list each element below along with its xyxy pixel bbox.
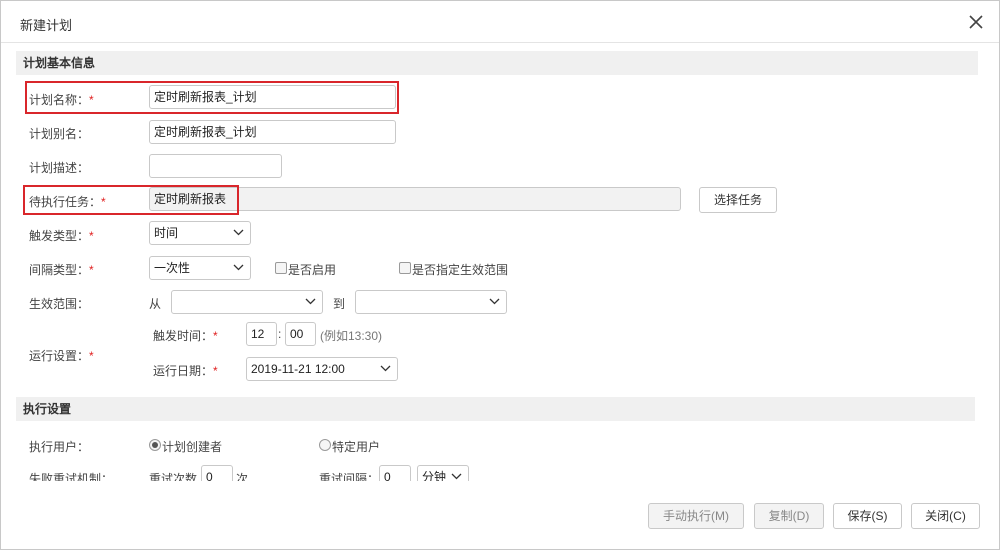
manual-run-button[interactable]: 手动执行(M) — [648, 503, 744, 529]
choose-task-button[interactable]: 选择任务 — [699, 187, 777, 213]
interval-type-select[interactable]: 一次性 — [149, 256, 251, 280]
chevron-down-icon — [233, 229, 244, 236]
radio-plan-creator-label: 计划创建者 — [162, 440, 223, 454]
plan-name-input[interactable]: 定时刷新报表_计划 — [149, 85, 396, 109]
dialog-body[interactable]: 计划基本信息 计划名称：* 定时刷新报表_计划 计划别名： 定时刷新报表_计划 … — [16, 51, 981, 481]
copy-button[interactable]: 复制(D) — [754, 503, 824, 529]
radio-specific-user-label: 特定用户 — [332, 440, 381, 454]
trigger-type-label: 触发类型：* — [29, 229, 94, 243]
minute-input[interactable]: 00 — [285, 322, 316, 346]
close-icon[interactable] — [967, 13, 985, 31]
new-plan-dialog: 新建计划 计划基本信息 计划名称：* 定时刷新报表_计划 计划别名： 定时刷新报… — [0, 0, 1000, 550]
trigger-time-label: 触发时间：* — [153, 329, 218, 343]
close-button[interactable]: 关闭(C) — [911, 503, 980, 529]
radio-plan-creator[interactable] — [149, 439, 161, 451]
section-exec-settings: 执行设置 — [16, 397, 975, 421]
chevron-down-icon — [489, 298, 500, 305]
range-from-select[interactable] — [171, 290, 323, 314]
interval-type-value: 一次性 — [154, 261, 191, 275]
exec-user-label: 执行用户： — [29, 440, 90, 454]
range-to-label: 到 — [333, 297, 346, 311]
chevron-down-icon — [305, 298, 316, 305]
scope-checkbox-label: 是否指定生效范围 — [412, 263, 509, 277]
retry-count-label: 重试次数 — [149, 472, 198, 481]
retry-interval-unit-value: 分钟 — [422, 470, 447, 481]
enable-checkbox[interactable] — [275, 262, 287, 274]
trigger-type-select[interactable]: 时间 — [149, 221, 251, 245]
interval-type-label: 间隔类型：* — [29, 263, 94, 277]
retry-count-unit: 次 — [236, 472, 249, 481]
retry-interval-unit-select[interactable]: 分钟 — [417, 465, 469, 481]
enable-checkbox-label: 是否启用 — [288, 263, 337, 277]
dialog-titlebar: 新建计划 — [1, 1, 999, 43]
plan-alias-input[interactable]: 定时刷新报表_计划 — [149, 120, 396, 144]
radio-specific-user[interactable] — [319, 439, 331, 451]
retry-count-input[interactable]: 0 — [201, 465, 233, 481]
run-date-value: 2019-11-21 12:00 — [251, 362, 345, 376]
trigger-type-value: 时间 — [154, 226, 179, 240]
dialog-title: 新建计划 — [20, 18, 73, 33]
scope-checkbox[interactable] — [399, 262, 411, 274]
plan-desc-input[interactable] — [149, 154, 282, 178]
run-settings-label: 运行设置：* — [29, 349, 94, 363]
save-button[interactable]: 保存(S) — [833, 503, 902, 529]
pending-task-label: 待执行任务：* — [29, 195, 106, 209]
pending-task-input: 定时刷新报表 — [149, 187, 681, 211]
range-to-select[interactable] — [355, 290, 507, 314]
chevron-down-icon — [451, 473, 462, 480]
time-separator: : — [278, 327, 282, 341]
time-hint: (例如13:30) — [320, 329, 383, 343]
plan-desc-label: 计划描述： — [29, 161, 90, 175]
chevron-down-icon — [233, 264, 244, 271]
range-from-label: 从 — [149, 297, 162, 311]
chevron-down-icon — [380, 365, 391, 372]
run-date-select[interactable]: 2019-11-21 12:00 — [246, 357, 398, 381]
plan-name-label: 计划名称：* — [29, 93, 94, 107]
effective-range-label: 生效范围： — [29, 297, 90, 311]
hour-input[interactable]: 12 — [246, 322, 277, 346]
retry-interval-input[interactable]: 0 — [379, 465, 411, 481]
retry-interval-label: 重试间隔： — [319, 472, 380, 481]
retry-label: 失败重试机制： — [29, 472, 114, 481]
section-basic-info: 计划基本信息 — [16, 51, 978, 75]
run-date-label: 运行日期：* — [153, 364, 218, 378]
plan-alias-label: 计划别名： — [29, 127, 90, 141]
